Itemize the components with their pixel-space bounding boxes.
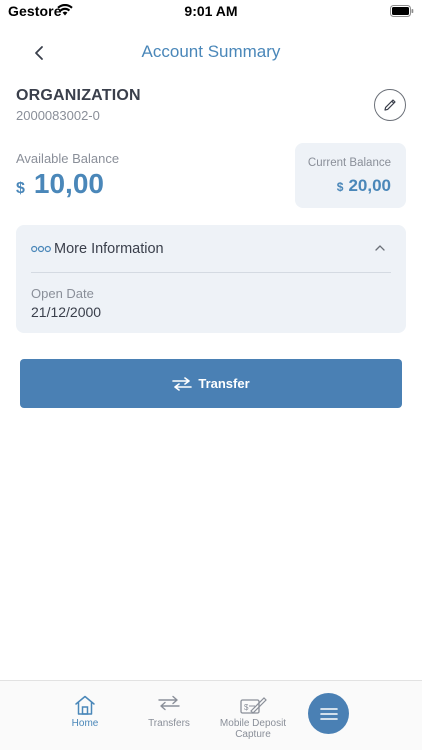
more-information-toggle[interactable]: More Information	[16, 225, 406, 273]
tab-bar: Home Transfers $ Mobile Deposit Capture	[0, 680, 422, 750]
current-balance-amount: $ 20,00	[295, 176, 391, 196]
transfer-arrows-icon	[172, 376, 193, 391]
current-balance-label: Current Balance	[307, 157, 391, 169]
available-balance-label: Available Balance	[16, 151, 120, 166]
dots-icon	[31, 245, 51, 253]
check-deposit-icon: $	[240, 697, 267, 714]
more-information-card: More Information Open Date 21/12/2000	[16, 225, 406, 333]
account-name: ORGANIZATION	[16, 87, 141, 104]
tab-home[interactable]: Home	[54, 681, 116, 750]
open-date-label: Open Date	[31, 286, 94, 301]
menu-button[interactable]	[308, 693, 349, 734]
current-value: 20,00	[348, 176, 391, 195]
more-information-title: More Information	[54, 241, 164, 257]
battery-icon	[390, 5, 414, 17]
tab-home-label: Home	[71, 718, 99, 729]
current-balance-card: Current Balance $ 20,00	[295, 143, 406, 208]
transfer-button[interactable]: Transfer	[20, 359, 402, 408]
svg-text:$: $	[244, 703, 249, 712]
divider	[31, 272, 391, 273]
tab-transfers-label: Transfers	[148, 718, 190, 729]
open-date-value: 21/12/2000	[31, 304, 102, 320]
tab-mobile-deposit-label: Mobile Deposit Capture	[219, 718, 287, 740]
navigation-bar: Account Summary	[0, 34, 422, 70]
page-title: Account Summary	[141, 42, 281, 61]
available-currency: $	[16, 180, 25, 197]
clock: 9:01 AM	[184, 3, 238, 19]
current-currency: $	[336, 180, 344, 194]
chevron-up-icon	[375, 245, 385, 251]
edit-button[interactable]	[374, 89, 406, 121]
account-number: 2000083002-0	[16, 108, 100, 123]
transfer-arrows-icon	[158, 695, 180, 711]
menu-icon	[319, 707, 338, 720]
status-bar: Gestore 9:01 AM	[0, 0, 422, 24]
home-icon	[75, 695, 95, 715]
transfer-label: Transfer	[198, 376, 250, 391]
tab-mobile-deposit[interactable]: $ Mobile Deposit Capture	[214, 681, 292, 750]
pencil-icon	[384, 99, 396, 111]
available-value: 10,00	[33, 168, 104, 199]
available-balance-amount: $ 10,00	[16, 168, 104, 200]
tab-transfers[interactable]: Transfers	[138, 681, 200, 750]
